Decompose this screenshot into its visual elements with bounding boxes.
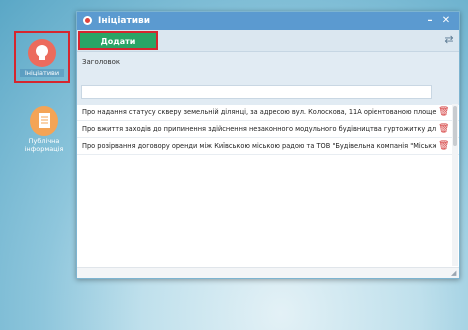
desktop-icon-label: Публічна інформація bbox=[24, 137, 64, 153]
document-icon bbox=[30, 106, 58, 136]
lightbulb-icon bbox=[28, 39, 56, 67]
app-icon bbox=[83, 16, 92, 25]
vertical-scrollbar[interactable] bbox=[452, 104, 458, 266]
trash-icon[interactable]: 🗑 bbox=[438, 141, 449, 151]
refresh-icon[interactable]: ⇄ bbox=[443, 34, 455, 46]
initiatives-window: Ініціативи – ✕ Додати ⇄ Заголовок Про на… bbox=[76, 11, 460, 279]
toolbar: Додати ⇄ bbox=[77, 30, 459, 52]
window-title: Ініціативи bbox=[98, 16, 151, 26]
list-item-title: Про вжиття заходів до припинення здійсне… bbox=[82, 125, 436, 133]
list-item-title: Про надання статусу скверу земельній діл… bbox=[82, 108, 436, 116]
filter-label: Заголовок bbox=[82, 58, 121, 66]
add-button[interactable]: Додати bbox=[78, 31, 158, 50]
list-item[interactable]: Про надання статусу скверу земельній діл… bbox=[77, 104, 459, 121]
window-titlebar[interactable]: Ініціативи – ✕ bbox=[77, 12, 459, 30]
desktop-icon-initiatives[interactable]: Ініціативи bbox=[14, 31, 70, 83]
status-bar: ◢ bbox=[77, 267, 459, 278]
title-filter-input[interactable] bbox=[81, 85, 432, 99]
close-button[interactable]: ✕ bbox=[439, 12, 453, 30]
list-item-title: Про розірвання договору оренди між Київс… bbox=[82, 142, 436, 150]
desktop-icon-public-info[interactable]: Публічна інформація bbox=[22, 106, 66, 153]
resize-grip-icon[interactable]: ◢ bbox=[451, 270, 458, 277]
minimize-button[interactable]: – bbox=[423, 12, 437, 30]
desktop-icon-label: Ініціативи bbox=[20, 69, 64, 77]
filter-panel: Заголовок bbox=[77, 52, 459, 105]
list-item[interactable]: Про вжиття заходів до припинення здійсне… bbox=[77, 121, 459, 138]
trash-icon[interactable]: 🗑 bbox=[438, 124, 449, 134]
list-item[interactable]: Про розірвання договору оренди між Київс… bbox=[77, 138, 459, 155]
trash-icon[interactable]: 🗑 bbox=[438, 107, 449, 117]
initiatives-list: Про надання статусу скверу земельній діл… bbox=[77, 104, 459, 266]
scrollbar-thumb[interactable] bbox=[453, 106, 457, 146]
